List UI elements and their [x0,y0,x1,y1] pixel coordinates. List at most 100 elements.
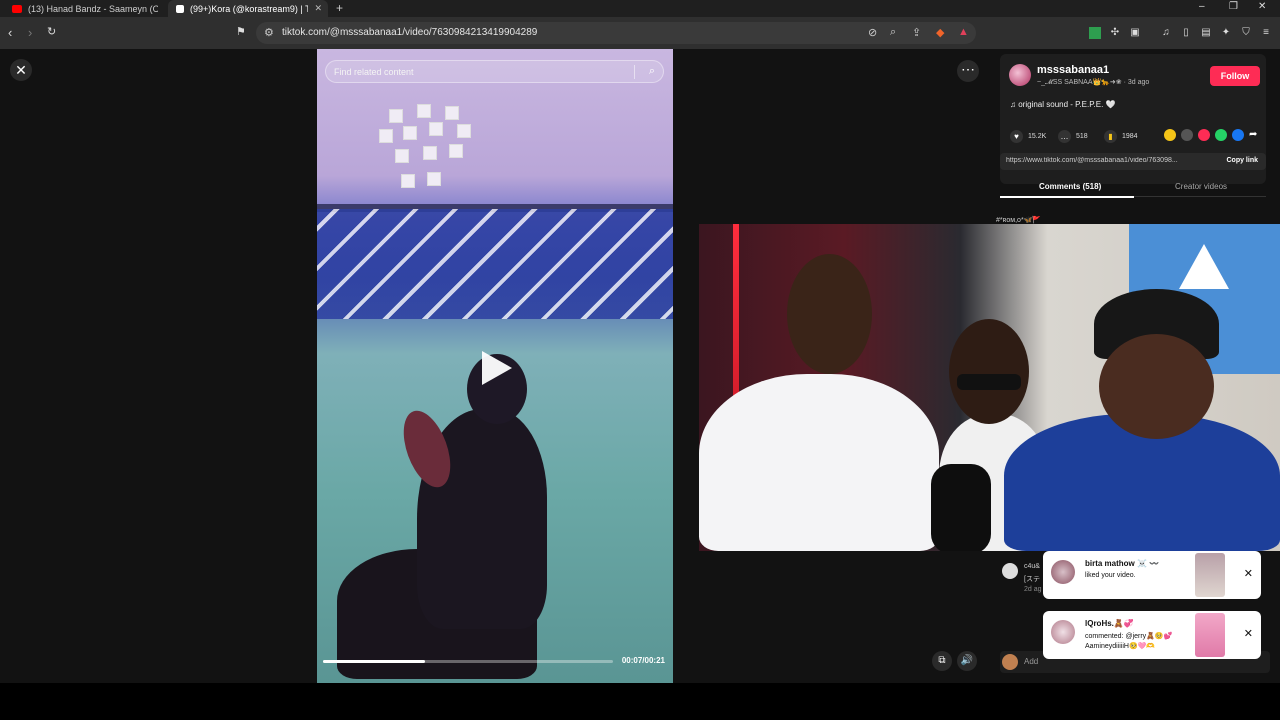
tab-comments[interactable]: Comments (518) [1039,182,1101,191]
url-bar[interactable]: ⚙ tiktok.com/@msssabanaa1/video/76309842… [256,22,976,44]
tab-creator-videos[interactable]: Creator videos [1175,182,1227,191]
avatar[interactable] [1009,64,1031,86]
saves-count: 1984 [1122,132,1138,140]
notification-text: liked your video. [1085,572,1136,579]
notification-like[interactable]: birta mathow ☠️ 〰️ liked your video. ✕ [1043,551,1261,599]
add-comment-placeholder: Add [1024,657,1039,666]
address-toolbar: ‹ › ↻ ⚑ ⚙ tiktok.com/@msssabanaa1/video/… [0,17,1280,49]
share-icon[interactable]: ➦ [1249,129,1261,141]
leo-ai-icon[interactable]: ✦ [1220,27,1232,39]
close-icon[interactable]: ✕ [10,59,32,81]
emoji-share-icon[interactable] [1164,129,1176,141]
brave-rewards-icon[interactable]: ▲ [958,26,969,38]
avatar [1002,654,1018,670]
streamer-right [1099,334,1214,439]
saves-stat[interactable]: ▮ 1984 [1104,129,1138,143]
close-icon[interactable]: ✕ [1244,627,1253,640]
forward-icon[interactable]: › [28,25,32,40]
webcam-overlay [699,224,1280,551]
maximize-button[interactable]: ❐ [1229,1,1238,12]
video-thumbnail [1195,613,1225,657]
video-time: 00:07/00:21 [621,656,665,665]
user-subline: ~_𝓜SS SABNAA👑🐆➜❀ · 3d ago [1037,79,1150,86]
tiktok-icon [176,4,184,13]
patterned-wall [317,209,673,319]
new-tab-button[interactable]: + [336,1,343,15]
back-icon[interactable]: ‹ [8,25,12,40]
avatar [1051,620,1075,644]
media-icon[interactable]: ♫ [1160,27,1172,39]
youtube-icon [12,4,22,13]
site-info-icon[interactable]: ⚙ [264,26,274,39]
facebook-icon[interactable] [1232,129,1244,141]
send-to-friends-icon[interactable] [1198,129,1210,141]
close-icon[interactable]: ✕ [1244,567,1253,580]
comment-tabs: Comments (518) Creator videos [1000,179,1266,198]
more-icon[interactable]: ⋯ [957,60,979,82]
minimize-button[interactable]: – [1199,1,1205,12]
extension-green-icon[interactable] [1089,27,1101,39]
notification-comment[interactable]: lQroHs.🧸💞 commented: @jerry🧸🥺💕 Aamineydi… [1043,611,1261,659]
brave-shield-icon[interactable]: ◆ [936,26,944,39]
microphone [931,464,991,551]
reload-icon[interactable]: ↻ [47,25,56,38]
browser-tab-tiktok[interactable]: (99+)Kora (@korastream9) | T ✕ [168,0,328,17]
tab-title: (13) Hanad Bandz - Saameyn (Official [28,3,158,14]
video-thumbnail [1195,553,1225,597]
sound-link[interactable]: ♫ original sound - P.E.P.E. 🤍 [1010,100,1116,109]
extensions-icon[interactable]: ✣ [1109,27,1121,39]
heart-icon: ♥ [1010,129,1023,143]
comment-text: [ステ [1024,576,1040,583]
bottom-bar [0,683,1280,720]
picture-in-picture-icon[interactable]: ⧉ [932,651,952,671]
username[interactable]: msssabanaa1 [1037,64,1109,76]
vpn-icon[interactable]: ⛉ [1240,27,1252,39]
zoom-icon[interactable]: ⌕ [890,26,896,39]
star-icon [1179,244,1229,289]
play-icon[interactable] [482,351,512,385]
wallet-icon[interactable]: ▤ [1200,27,1212,39]
search-icon[interactable]: ⌕ [649,65,655,78]
dancer-figure [337,349,577,683]
copy-link-button[interactable]: Copy link [1226,157,1258,164]
whatsapp-icon[interactable] [1215,129,1227,141]
window-close-button[interactable]: ✕ [1258,1,1266,12]
wall-posters [379,104,479,194]
comments-stat[interactable]: … 518 [1058,129,1088,143]
tiktok-video-page: ✕ Find related content ⌕ 00:07/00:21 ⋯ ⧉… [0,49,1280,683]
avatar[interactable] [1002,563,1018,579]
likes-count: 15.2K [1028,132,1047,140]
bookmark-page-icon[interactable]: ⚑ [236,25,246,38]
comment-icon: … [1058,129,1071,143]
translate-icon[interactable]: ⊘ [868,26,877,39]
bookmark-icon: ▮ [1104,129,1117,143]
comment-time: 2d ag [1024,586,1042,593]
video-player[interactable]: Find related content ⌕ 00:07/00:21 [317,49,673,683]
share-page-icon[interactable]: ⇪ [912,26,921,39]
progress-fill [323,660,425,663]
screenshot-icon[interactable]: ▣ [1129,27,1141,39]
notification-text-2: AamineydiiiiiH🥺🩷🫶 [1085,643,1156,650]
menu-icon[interactable]: ≡ [1260,27,1272,39]
browser-tab-youtube[interactable]: (13) Hanad Bandz - Saameyn (Official [4,0,164,17]
avatar [1051,560,1075,584]
likes-stat[interactable]: ♥ 15.2K [1010,129,1046,143]
comment-partial-top: #*ʀᴏᴍ,ᴏ*🦋🚩 [996,217,1042,224]
sunglasses [957,374,1021,390]
notification-name: lQroHs.🧸💞 [1085,619,1134,628]
streamer-left [787,254,872,374]
link-field[interactable]: https://www.tiktok.com/@msssabanaa1/vide… [1000,153,1266,170]
url-text: tiktok.com/@msssabanaa1/video/7630984213… [282,27,538,38]
sidebar-icon[interactable]: ▯ [1180,27,1192,39]
video-progress-bar[interactable] [323,660,613,663]
notification-name: birta mathow ☠️ 〰️ [1085,559,1160,568]
video-link: https://www.tiktok.com/@msssabanaa1/vide… [1006,157,1178,164]
embed-icon[interactable] [1181,129,1193,141]
volume-icon[interactable]: 🔊 [957,651,977,671]
comment-author: c4u& [1024,563,1040,570]
follow-button[interactable]: Follow [1210,66,1260,86]
related-search-input[interactable]: Find related content ⌕ [325,60,664,83]
comments-count: 518 [1076,132,1088,140]
search-placeholder: Find related content [334,67,414,77]
tab-close-icon[interactable]: ✕ [314,3,322,14]
